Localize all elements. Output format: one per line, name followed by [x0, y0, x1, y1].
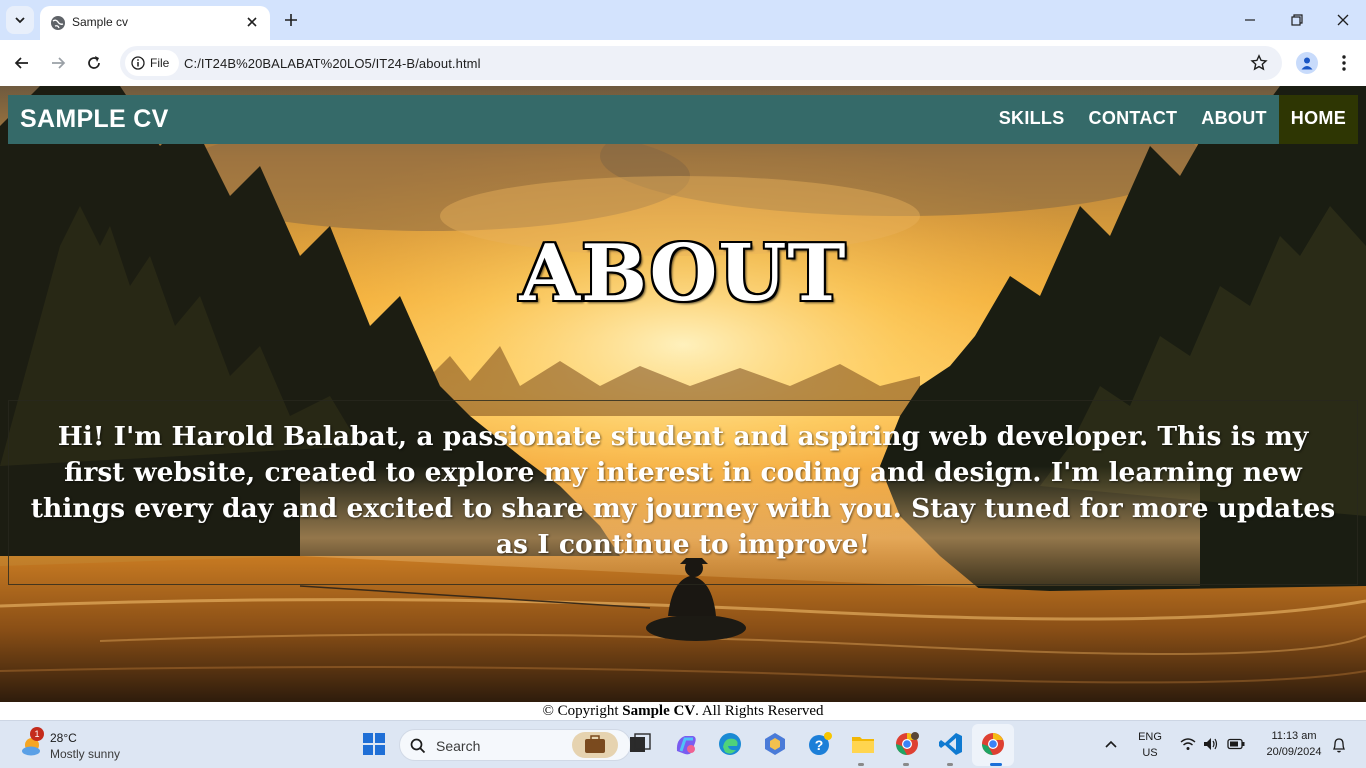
- language-code[interactable]: ENG: [1134, 731, 1166, 743]
- battery-icon[interactable]: [1227, 738, 1245, 750]
- info-icon: [131, 56, 145, 70]
- hero-section: SAMPLE CV SKILLS CONTACT ABOUT HOME ABOU…: [0, 86, 1366, 702]
- nav-link-about[interactable]: ABOUT: [1189, 95, 1279, 144]
- chrome-profile-icon[interactable]: [894, 731, 920, 757]
- background-image: [0, 86, 1366, 702]
- profile-avatar[interactable]: [1296, 52, 1318, 74]
- footer-brand: Sample CV: [622, 703, 696, 719]
- chevron-up-icon[interactable]: [1104, 739, 1118, 749]
- active-indicator: [990, 763, 1002, 766]
- tab-search-button[interactable]: [6, 6, 34, 34]
- windows-start-icon[interactable]: [361, 731, 387, 757]
- browser-tab[interactable]: Sample cv: [40, 6, 270, 40]
- bookmark-star-icon[interactable]: [1250, 54, 1268, 72]
- footer-suffix: . All Rights Reserved: [695, 703, 824, 719]
- tab-title: Sample cv: [72, 15, 129, 29]
- notification-bell-icon[interactable]: [1332, 737, 1346, 753]
- footer-prefix: © Copyright: [542, 703, 623, 719]
- wifi-icon[interactable]: [1180, 737, 1196, 751]
- about-paragraph: Hi! I'm Harold Balabat, a passionate stu…: [30, 421, 1336, 560]
- browser-tab-strip: Sample cv: [0, 0, 1366, 40]
- address-bar[interactable]: File C:/IT24B%20BALABAT%20LO5/IT24-B/abo…: [120, 46, 1282, 80]
- copilot-icon[interactable]: [673, 731, 699, 757]
- briefcase-icon: [572, 732, 618, 758]
- weather-badge: 1: [30, 727, 44, 741]
- new-tab-icon[interactable]: [282, 11, 300, 29]
- page-heading: ABOUT: [519, 228, 847, 319]
- site-brand[interactable]: SAMPLE CV: [20, 105, 169, 134]
- clock-date[interactable]: 20/09/2024: [1256, 746, 1332, 758]
- running-indicator: [947, 763, 953, 766]
- site-footer: © Copyright Sample CV. All Rights Reserv…: [0, 702, 1366, 720]
- close-tab-icon[interactable]: [244, 14, 260, 30]
- chrome-icon[interactable]: [980, 731, 1006, 757]
- help-app-icon[interactable]: ?: [807, 731, 833, 757]
- search-icon: [410, 738, 426, 754]
- more-options-icon[interactable]: [1336, 53, 1352, 73]
- url-text[interactable]: C:/IT24B%20BALABAT%20LO5/IT24-B/about.ht…: [184, 56, 481, 71]
- weather-description: Mostly sunny: [50, 747, 121, 761]
- reload-icon[interactable]: [84, 53, 104, 73]
- site-nav-links: SKILLS CONTACT ABOUT HOME: [987, 95, 1358, 144]
- globe-icon: [51, 16, 65, 30]
- site-info-chip[interactable]: File: [125, 50, 180, 76]
- nav-link-skills[interactable]: SKILLS: [987, 95, 1077, 144]
- forward-arrow-icon[interactable]: [48, 53, 68, 73]
- hexagon-app-icon[interactable]: [762, 731, 788, 757]
- about-box: Hi! I'm Harold Balabat, a passionate stu…: [8, 400, 1358, 585]
- edge-browser-icon[interactable]: [717, 731, 743, 757]
- vscode-icon[interactable]: [938, 731, 964, 757]
- weather-temperature: 28°C: [50, 731, 77, 745]
- site-navbar: SAMPLE CV SKILLS CONTACT ABOUT HOME: [8, 95, 1358, 144]
- restore-icon[interactable]: [1289, 12, 1305, 28]
- search-label: Search: [436, 738, 481, 754]
- weather-widget[interactable]: 1 28°C Mostly sunny: [18, 727, 158, 762]
- language-region[interactable]: US: [1134, 747, 1166, 759]
- volume-icon[interactable]: [1203, 737, 1219, 751]
- taskbar: 1 28°C Mostly sunny Search ? ENG US 11:1…: [0, 720, 1366, 768]
- file-explorer-icon[interactable]: [850, 731, 876, 757]
- running-indicator: [903, 763, 909, 766]
- task-view-icon[interactable]: [627, 731, 653, 757]
- chip-label: File: [150, 56, 170, 70]
- close-window-icon[interactable]: [1335, 12, 1351, 28]
- page-viewport: SAMPLE CV SKILLS CONTACT ABOUT HOME ABOU…: [0, 86, 1366, 720]
- person-icon: [1301, 57, 1313, 70]
- taskbar-search-box[interactable]: Search: [399, 729, 631, 761]
- back-arrow-icon[interactable]: [12, 53, 32, 73]
- running-indicator: [858, 763, 864, 766]
- nav-link-contact[interactable]: CONTACT: [1077, 95, 1190, 144]
- nav-link-home[interactable]: HOME: [1278, 95, 1358, 144]
- chevron-down-icon: [15, 17, 25, 24]
- browser-toolbar: File C:/IT24B%20BALABAT%20LO5/IT24-B/abo…: [0, 40, 1366, 86]
- minimize-icon[interactable]: [1242, 12, 1258, 28]
- svg-text:?: ?: [815, 737, 824, 753]
- clock-time[interactable]: 11:13 am: [1256, 730, 1332, 742]
